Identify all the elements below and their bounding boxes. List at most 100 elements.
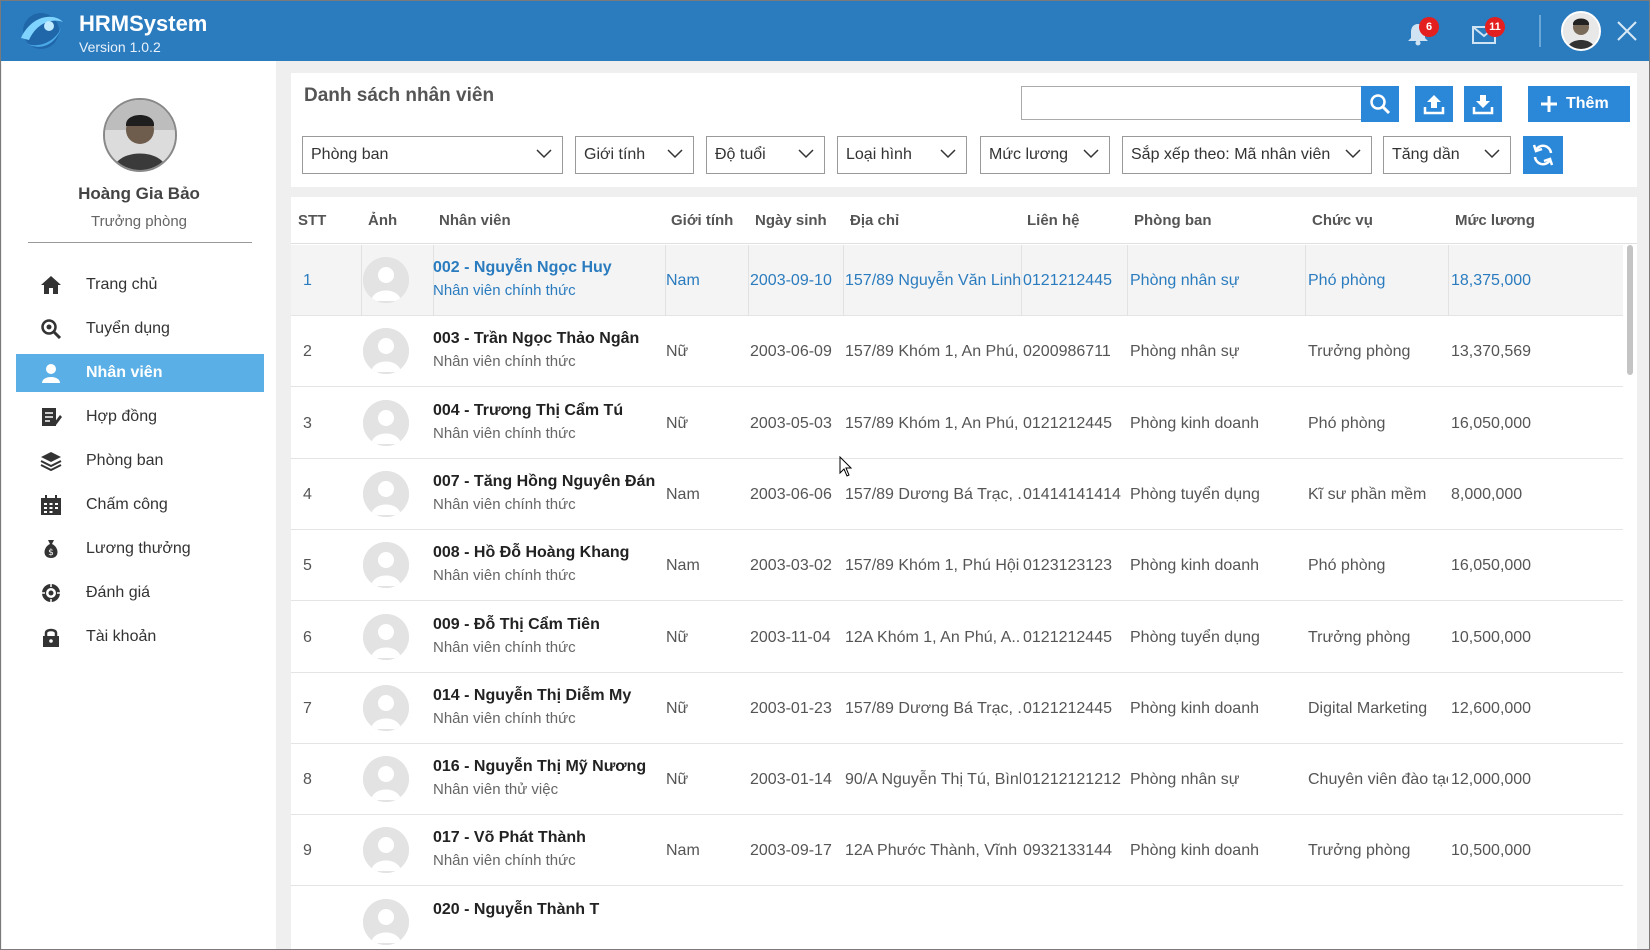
cell-dob: 2003-01-23	[750, 699, 832, 717]
cell-gender: Nam	[666, 842, 700, 860]
sidebar-item-tuyen-dung[interactable]: Tuyển dụng	[16, 310, 264, 348]
cell-stt: 9	[303, 842, 312, 860]
employee-avatar	[363, 756, 409, 803]
sort-order-dropdown[interactable]: Tăng dần	[1383, 136, 1511, 174]
sidebar-item-trang-chu[interactable]: Trang chủ	[16, 266, 264, 304]
money-bag-icon: $	[44, 540, 58, 558]
close-icon[interactable]	[1615, 19, 1639, 43]
layers-icon	[40, 452, 62, 471]
cell-gender: Nam	[666, 485, 700, 503]
search-button[interactable]	[1361, 86, 1399, 122]
sidebar-item-cham-cong[interactable]: Chấm công	[16, 486, 264, 524]
plus-icon	[1541, 96, 1557, 112]
rating-icon	[42, 584, 60, 602]
employee-avatar	[363, 542, 409, 589]
employee-name[interactable]: 016 - Nguyễn Thị Mỹ Nương	[433, 758, 646, 776]
notification-bell-button[interactable]: 6	[1405, 17, 1439, 47]
sidebar-item-phong-ban[interactable]: Phòng ban	[16, 442, 264, 480]
table-row[interactable]: 2 Nữ 2003-06-09 157/89 Khóm 1, An Phú, ... 0…	[291, 316, 1623, 388]
cell-salary: 10,500,000	[1451, 628, 1532, 646]
cell-gender: Nữ	[666, 343, 689, 361]
sidebar-item-hop-dong[interactable]: Hợp đồng	[16, 398, 264, 436]
employee-avatar	[363, 827, 409, 874]
refresh-button[interactable]	[1523, 136, 1563, 174]
sidebar-item-danh-gia[interactable]: Đánh giá	[16, 574, 264, 612]
avatar-photo-icon	[1563, 13, 1599, 49]
table-row[interactable]: 1 Nam 2003-09-10 157/89 Nguyễn Văn Linh,...…	[291, 245, 1623, 316]
table-row[interactable]: 3 Nữ 2003-05-03 157/89 Khóm 1, An Phú, ... 0…	[291, 387, 1623, 459]
sort-by-dropdown[interactable]: Sắp xếp theo: Mã nhân viên	[1122, 136, 1372, 174]
dropdown-value: Sắp xếp theo: Mã nhân viên	[1131, 146, 1331, 163]
cell-stt: 5	[303, 557, 312, 575]
gender-dropdown[interactable]: Giới tính	[575, 136, 694, 174]
default-avatar-icon	[363, 756, 409, 803]
table-row[interactable]: 7 Nữ 2003-01-23 157/89 Dương Bá Trạc, ... 01…	[291, 672, 1623, 744]
app-logo-icon	[21, 13, 63, 49]
default-avatar-icon	[363, 684, 409, 731]
add-employee-button[interactable]: Thêm	[1528, 86, 1630, 122]
download-button[interactable]	[1464, 86, 1502, 122]
employee-status: Nhân viên chính thức	[433, 638, 576, 656]
upload-icon	[1423, 95, 1445, 115]
dropdown-value: Mức lương	[989, 146, 1069, 163]
employee-name[interactable]: 004 - Trương Thị Cẩm Tú	[433, 402, 623, 420]
search-input[interactable]	[1021, 86, 1363, 120]
employment-type-dropdown[interactable]: Loại hình	[837, 136, 967, 174]
sidebar-item-luong-thuong[interactable]: $ Lương thưởng	[16, 530, 264, 568]
employee-name[interactable]: 009 - Đỗ Thị Cẩm Tiên	[433, 616, 600, 634]
default-avatar-icon	[363, 827, 409, 874]
department-dropdown[interactable]: Phòng ban	[302, 136, 563, 174]
cell-divider	[1021, 245, 1022, 316]
chevron-down-icon	[798, 149, 814, 159]
cell-divider	[748, 245, 749, 316]
cell-divider	[1305, 245, 1306, 316]
cell-phone: 01414141414	[1023, 485, 1121, 503]
cell-salary: 12,000,000	[1451, 771, 1532, 789]
table-scrollbar[interactable]	[1627, 245, 1633, 375]
default-avatar-icon	[363, 470, 409, 517]
employee-name[interactable]: 017 - Võ Phát Thành	[433, 829, 586, 847]
salary-dropdown[interactable]: Mức lương	[980, 136, 1110, 174]
cell-address: 157/89 Dương Bá Trạc, ...	[845, 485, 1021, 503]
sidebar-item-nhan-vien[interactable]: Nhân viên	[16, 354, 264, 392]
calendar-icon	[41, 495, 61, 515]
user-icon	[42, 364, 60, 383]
sidebar-nav: Trang chủ Tuyển dụng Nhân viên Hợp đồng …	[16, 266, 264, 662]
cell-phone: 0123123123	[1023, 557, 1112, 575]
employee-status: Nhân viên thử việc	[433, 781, 559, 799]
profile-photo-icon	[105, 100, 175, 170]
cell-phone: 0932133144	[1023, 842, 1112, 860]
cell-stt: 8	[303, 771, 312, 789]
cell-dept: Phòng nhân sự	[1130, 272, 1240, 289]
employee-name[interactable]: 008 - Hồ Đỗ Hoàng Khang	[433, 544, 629, 562]
employee-status: Nhân viên chính thức	[433, 282, 576, 299]
employee-avatar	[363, 328, 409, 375]
table-row[interactable]: 6 Nữ 2003-11-04 12A Khóm 1, An Phú, A... 012…	[291, 601, 1623, 673]
age-dropdown[interactable]: Độ tuổi	[706, 136, 825, 174]
employee-status: Nhân viên chính thức	[433, 709, 576, 727]
cell-phone: 0200986711	[1023, 343, 1111, 361]
sidebar-item-tai-khoan[interactable]: Tài khoản	[16, 618, 264, 656]
table-row[interactable]: 4 Nam 2003-06-06 157/89 Dương Bá Trạc, ... 0…	[291, 458, 1623, 530]
employee-status: Nhân viên chính thức	[433, 567, 576, 585]
dropdown-value: Phòng ban	[311, 146, 389, 163]
employee-name[interactable]: 003 - Trần Ngọc Thảo Ngân	[433, 330, 639, 348]
add-button-label: Thêm	[1566, 95, 1609, 112]
table-row[interactable]: 020 - Nguyễn Thành T	[291, 886, 1623, 949]
sidebar-item-label: Chấm công	[86, 496, 168, 513]
upload-button[interactable]	[1415, 86, 1453, 122]
employee-name[interactable]: 007 - Tăng Hồng Nguyên Đán	[433, 473, 655, 491]
cell-phone: 01212121212	[1023, 771, 1121, 789]
employee-name[interactable]: 020 - Nguyễn Thành T	[433, 901, 599, 919]
table-row[interactable]: 8 Nữ 2003-01-14 90/A Nguyễn Thị Tú, Bình...…	[291, 744, 1623, 816]
user-avatar-button[interactable]	[1561, 11, 1601, 51]
mail-button[interactable]: 11	[1471, 17, 1505, 47]
cell-stt: 7	[303, 699, 312, 717]
employee-name[interactable]: 014 - Nguyễn Thị Diễm My	[433, 687, 631, 705]
table-row[interactable]: 9 Nam 2003-09-17 12A Phước Thành, Vĩnh ... 0…	[291, 815, 1623, 887]
cell-gender: Nam	[666, 272, 700, 289]
cell-dept: Phòng tuyển dụng	[1130, 485, 1260, 503]
employee-name[interactable]: 002 - Nguyễn Ngọc Huy	[433, 259, 612, 277]
sidebar-item-label: Lương thưởng	[86, 540, 191, 557]
table-row[interactable]: 5 Nam 2003-03-02 157/89 Khóm 1, Phú Hội... 0…	[291, 530, 1623, 602]
